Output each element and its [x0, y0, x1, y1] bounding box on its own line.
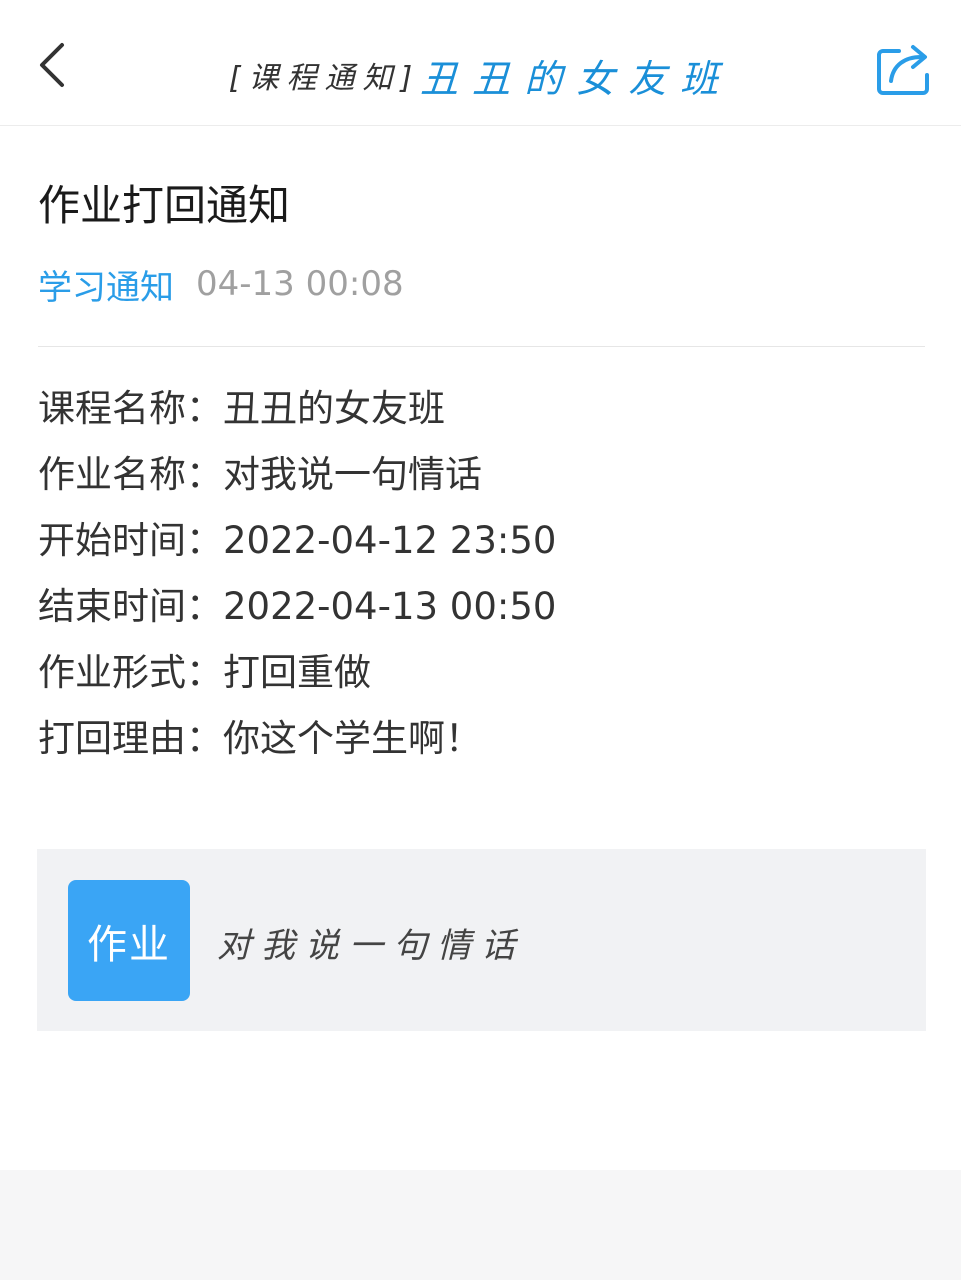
back-button[interactable] [22, 30, 82, 100]
header-title-course: 丑丑的女友班 [420, 56, 733, 101]
detail-label: 作业形式： [38, 651, 223, 694]
detail-value: 2022-04-12 23:50 [223, 519, 557, 562]
detail-row-homework: 作业名称：对我说一句情话 [38, 442, 925, 508]
detail-value: 2022-04-13 00:50 [223, 585, 557, 628]
detail-row-start-time: 开始时间：2022-04-12 23:50 [38, 508, 925, 574]
detail-value: 打回重做 [223, 651, 371, 694]
chevron-left-icon [40, 43, 64, 87]
detail-label: 结束时间： [38, 585, 223, 628]
share-button[interactable] [870, 36, 940, 102]
notice-timestamp: 04-13 00:08 [196, 264, 404, 304]
notice-category-link[interactable]: 学习通知 [38, 260, 174, 309]
detail-row-end-time: 结束时间：2022-04-13 00:50 [38, 574, 925, 640]
header-title-prefix: [课程通知] [228, 61, 421, 96]
detail-label: 作业名称： [38, 453, 223, 496]
notice-details-list: 课程名称：丑丑的女友班 作业名称：对我说一句情话 开始时间：2022-04-12… [38, 376, 925, 772]
detail-row-form: 作业形式：打回重做 [38, 640, 925, 706]
divider [38, 346, 925, 347]
detail-row-reason: 打回理由：你这个学生啊！ [38, 706, 925, 772]
bottom-area [0, 1170, 961, 1280]
homework-card[interactable]: 作业 对我说一句情话 [37, 849, 926, 1031]
detail-row-course: 课程名称：丑丑的女友班 [38, 376, 925, 442]
detail-value: 丑丑的女友班 [223, 387, 445, 430]
notice-meta: 学习通知 04-13 00:08 [38, 258, 404, 310]
detail-label: 课程名称： [38, 387, 223, 430]
share-icon [877, 45, 929, 95]
detail-label: 打回理由： [38, 717, 223, 760]
detail-value: 对我说一句情话 [223, 453, 482, 496]
homework-badge-icon: 作业 [68, 880, 190, 1001]
homework-card-name: 对我说一句情话 [217, 926, 525, 966]
header-title: [课程通知] 丑丑的女友班 [150, 40, 811, 110]
detail-value: 你这个学生啊！ [223, 717, 482, 760]
notice-page: [课程通知] 丑丑的女友班 作业打回通知 学习通知 04-13 00:08 课程… [0, 0, 961, 1280]
top-bar: [课程通知] 丑丑的女友班 [0, 0, 961, 126]
detail-label: 开始时间： [38, 519, 223, 562]
notice-title: 作业打回通知 [38, 181, 291, 230]
